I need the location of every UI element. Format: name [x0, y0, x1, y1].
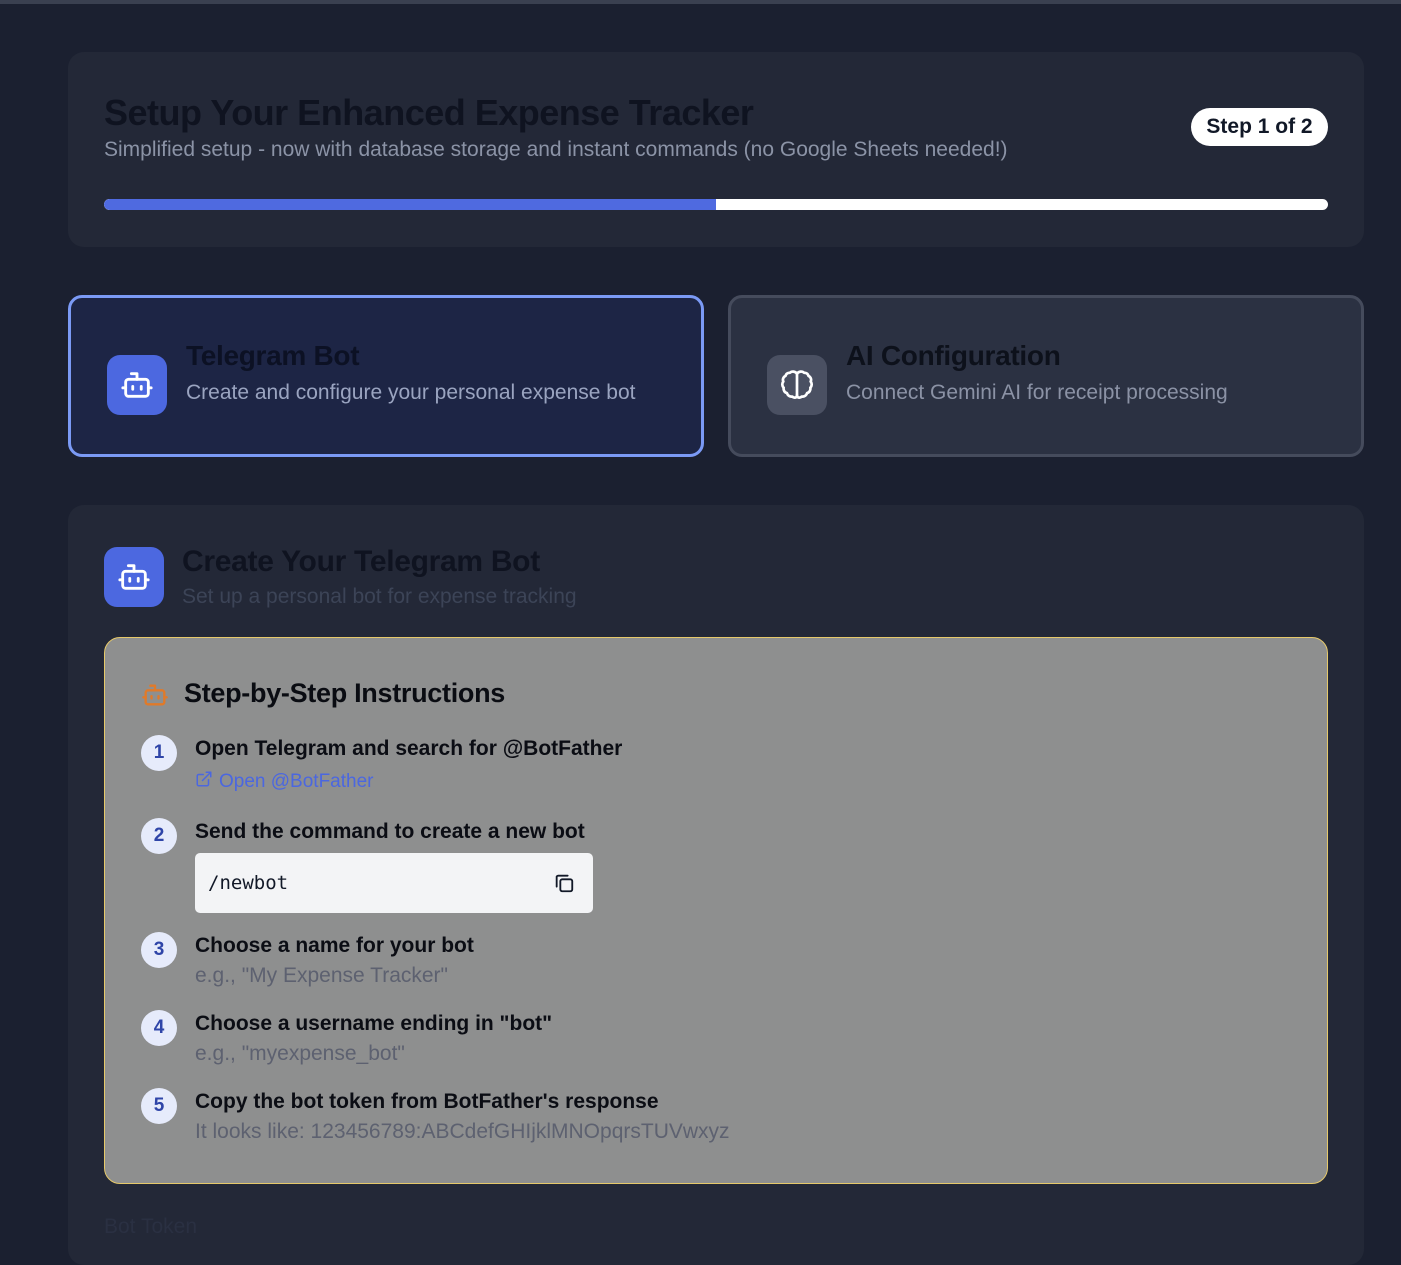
step-tile-title: AI Configuration	[846, 340, 1061, 371]
page-title: Setup Your Enhanced Expense Tracker	[104, 92, 754, 133]
step-number: 3	[141, 932, 177, 968]
bot-icon	[104, 547, 164, 607]
open-botfather-link[interactable]: Open @BotFather	[195, 770, 373, 794]
top-divider	[0, 0, 1401, 4]
bot-icon	[107, 355, 167, 415]
step-title: Choose a name for your bot	[195, 934, 474, 957]
setup-header-card: Setup Your Enhanced Expense Tracker Simp…	[68, 52, 1364, 247]
step-title: Send the command to create a new bot	[195, 820, 585, 843]
step-number: 5	[141, 1088, 177, 1124]
step-hint: e.g., "myexpense_bot"	[195, 1042, 405, 1065]
section-title: Create Your Telegram Bot	[182, 545, 540, 578]
step-tile-description: Connect Gemini AI for receipt processing	[846, 381, 1228, 404]
step-badge: Step 1 of 2	[1191, 108, 1328, 146]
step-title: Open Telegram and search for @BotFather	[195, 737, 623, 760]
step-tile-telegram-bot[interactable]: Telegram Bot Create and configure your p…	[68, 295, 704, 457]
open-botfather-label: Open @BotFather	[219, 771, 374, 792]
step-number: 1	[141, 735, 177, 771]
create-bot-card: Create Your Telegram Bot Set up a person…	[68, 505, 1364, 1265]
bot-token-label: Bot Token	[104, 1215, 198, 1238]
step-hint: It looks like: 123456789:ABCdefGHIjklMNO…	[195, 1120, 730, 1143]
step-number: 4	[141, 1010, 177, 1046]
copy-icon[interactable]	[553, 872, 575, 894]
command-code: /newbot	[208, 872, 289, 894]
instructions-title: Step-by-Step Instructions	[184, 678, 506, 708]
progress-fill	[104, 199, 716, 210]
brain-icon	[767, 355, 827, 415]
step-tile-ai-configuration[interactable]: AI Configuration Connect Gemini AI for r…	[728, 295, 1364, 457]
instructions-panel: Step-by-Step Instructions 1 Open Telegra…	[104, 637, 1328, 1184]
page-subtitle: Simplified setup - now with database sto…	[104, 138, 1008, 161]
bot-icon	[141, 681, 169, 714]
command-code-box: /newbot	[195, 853, 593, 913]
step-title: Copy the bot token from BotFather's resp…	[195, 1090, 659, 1113]
step-number: 2	[141, 818, 177, 854]
external-link-icon	[195, 770, 213, 794]
step-title: Choose a username ending in "bot"	[195, 1012, 553, 1035]
section-subtitle: Set up a personal bot for expense tracki…	[182, 585, 577, 608]
progress-bar	[104, 199, 1328, 210]
step-tile-description: Create and configure your personal expen…	[186, 381, 636, 404]
step-tile-title: Telegram Bot	[186, 340, 360, 371]
step-hint: e.g., "My Expense Tracker"	[195, 964, 449, 987]
